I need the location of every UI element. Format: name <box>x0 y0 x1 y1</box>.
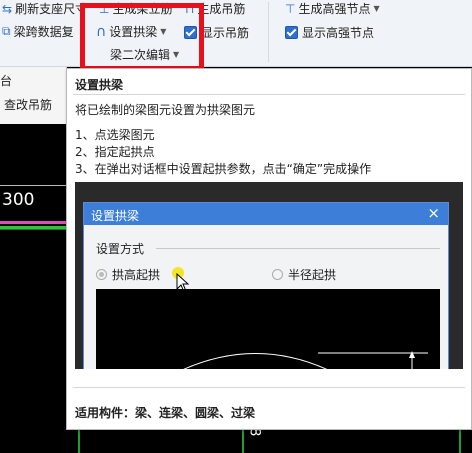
dimension-label: 300 <box>2 190 35 210</box>
left-panel-item-2[interactable]: 查改吊筋 <box>4 96 52 113</box>
cad-grid-line <box>0 185 66 186</box>
arch-diagram <box>96 289 440 369</box>
left-panel-item-1[interactable]: 台 <box>0 72 12 89</box>
arch-curve-drawing <box>183 351 428 369</box>
arch-beam-dialog: 设置拱梁 × 设置方式 拱高起拱 半径起拱 <box>83 202 449 369</box>
tooltip-title: 设置拱梁 <box>75 78 124 92</box>
chevron-down-icon: ▼ <box>373 4 380 13</box>
dialog-title: 设置拱梁 <box>91 209 140 223</box>
radio-selected-icon <box>96 269 107 280</box>
span-data-button[interactable]: ⧉ 梁跨数据复 <box>2 23 74 40</box>
tooltip-divider <box>73 94 465 95</box>
cad-vertical-green-bottom <box>78 428 80 453</box>
tooltip-description: 将已绘制的梁图元设置为拱梁图元 <box>75 103 256 117</box>
cad-green-line-2 <box>0 229 66 230</box>
tooltip-step-2: 2、指定起拱点 <box>75 145 155 159</box>
tooltip-divider-bottom <box>73 387 465 388</box>
tooltip-step-1: 1、点选梁图元 <box>75 128 155 142</box>
show-bolt-checkbox[interactable]: 显示高强节点 <box>285 24 374 41</box>
refresh-support-button[interactable]: ⇆ 刷新支座尺寸 <box>2 0 87 17</box>
tooltip-panel: 设置拱梁 将已绘制的梁图元设置为拱梁图元 1、点选梁图元 2、指定起拱点 3、在… <box>66 68 472 430</box>
bolt-node-icon: ⊤ <box>285 1 296 16</box>
dialog-section-label: 设置方式 <box>96 242 145 256</box>
checkbox-checked-icon <box>285 26 298 39</box>
highlight-box <box>80 3 204 71</box>
section-divider <box>156 248 440 249</box>
left-panel: 台 查改吊筋 <box>0 66 67 124</box>
option-arch-height[interactable]: 拱高起拱 <box>96 266 160 283</box>
close-icon[interactable]: × <box>427 204 440 222</box>
tooltip-step-3: 3、在弹出对话框中设置起拱参数，点击“确定”完成操作 <box>75 162 372 176</box>
refresh-icon: ⇆ <box>2 1 13 16</box>
ribbon-divider <box>268 2 269 62</box>
cad-pink-line <box>0 221 66 224</box>
gen-bolt-button[interactable]: ⊤ 生成高强节点 ▼ <box>285 0 380 17</box>
ribbon-toolbar: ⇆ 刷新支座尺寸 ⧉ 梁跨数据复 ⊥ 生成架立筋 ∩ 设置拱梁 ▼ 梁二次编辑 … <box>0 0 472 67</box>
copy-icon: ⧉ <box>2 24 11 38</box>
cad-vertical-green-bottom-2 <box>242 428 244 453</box>
radio-unselected-icon <box>272 269 283 280</box>
option-radius[interactable]: 半径起拱 <box>272 266 336 283</box>
tooltip-preview-image: 设置拱梁 × 设置方式 拱高起拱 半径起拱 <box>75 182 463 369</box>
tooltip-footer: 适用构件：梁、连梁、圆梁、过梁 <box>75 406 256 420</box>
dialog-titlebar: 设置拱梁 × <box>84 203 448 225</box>
